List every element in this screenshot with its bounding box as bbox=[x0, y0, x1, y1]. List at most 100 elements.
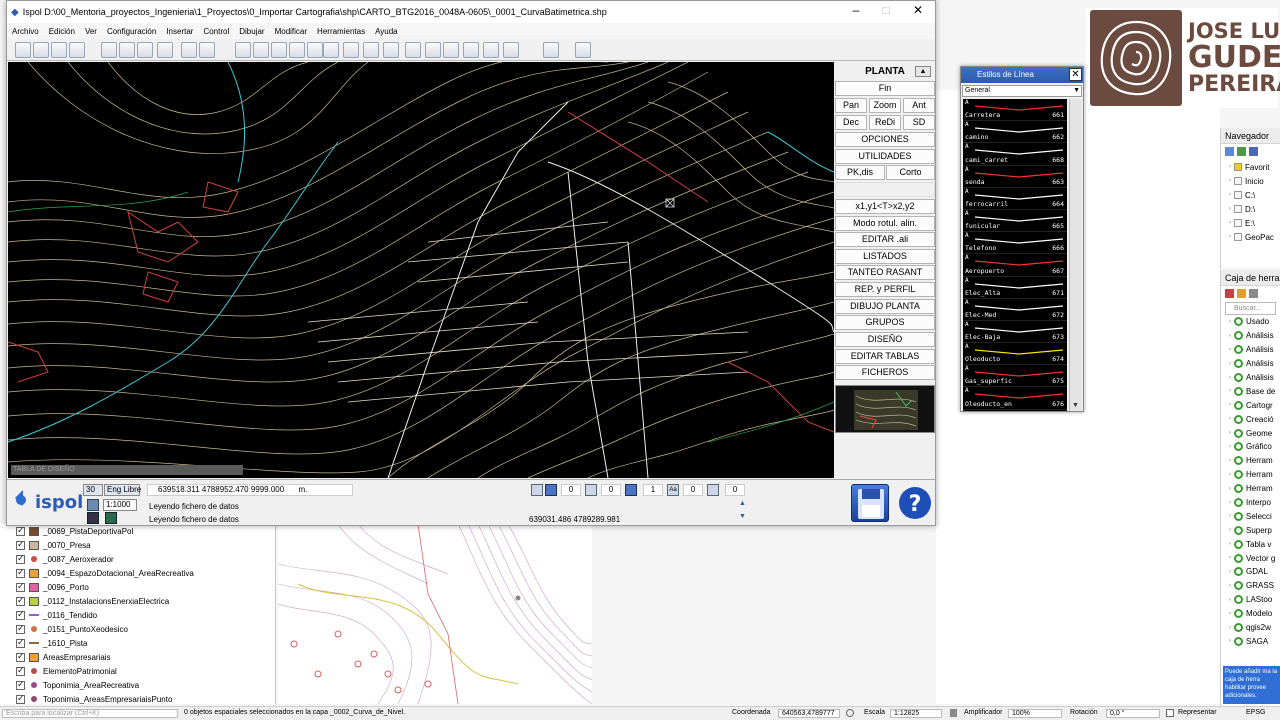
menu-item[interactable]: Control bbox=[198, 27, 234, 36]
line-style-item[interactable]: A Elec-Med 672 bbox=[963, 299, 1067, 321]
layer-row[interactable]: Toponimia_AreasEmpresariaisPunto bbox=[0, 692, 275, 704]
maximize-icon[interactable]: □ bbox=[871, 3, 901, 17]
toolbox-item[interactable]: › Geome bbox=[1221, 426, 1280, 440]
layer-icon[interactable] bbox=[271, 42, 287, 58]
toolbox-item[interactable]: › GDAL bbox=[1221, 565, 1280, 579]
layer-row[interactable]: Toponimia_AreaRecreativa bbox=[0, 678, 275, 692]
layer-row[interactable]: _0112_InstalacionsEnerxiaElectrica bbox=[0, 594, 275, 608]
line-style-item[interactable]: A Carretera 661 bbox=[963, 99, 1067, 122]
layer-visibility-checkbox[interactable] bbox=[16, 525, 25, 536]
line-style-item[interactable]: A Oleoducto_en 676 bbox=[963, 387, 1067, 410]
toolbox-item[interactable]: › Herram bbox=[1221, 454, 1280, 468]
minimize-icon[interactable]: – bbox=[841, 3, 871, 17]
extents-icon[interactable] bbox=[846, 709, 854, 717]
scripts-icon[interactable] bbox=[1237, 289, 1246, 298]
menu-item[interactable]: Herramientas bbox=[312, 27, 370, 36]
toolbox-item[interactable]: › Análisis bbox=[1221, 329, 1280, 343]
help-icon[interactable] bbox=[575, 42, 591, 58]
pan-icon[interactable] bbox=[425, 42, 441, 58]
layer-row[interactable]: _0087_Aeroxerador bbox=[0, 552, 275, 566]
line-style-item[interactable]: A Elec-Baja 673 bbox=[963, 321, 1067, 344]
layer-icon[interactable] bbox=[253, 42, 269, 58]
window-icon[interactable] bbox=[543, 42, 559, 58]
filter-icon[interactable] bbox=[1249, 147, 1258, 156]
toolbox-item[interactable]: › Usado bbox=[1221, 315, 1280, 329]
magnifier-field[interactable]: 100% bbox=[1008, 709, 1062, 718]
snap-value[interactable]: 0 bbox=[561, 484, 581, 496]
layer-visibility-checkbox[interactable] bbox=[16, 581, 25, 592]
toolbox-item[interactable]: › Vector g bbox=[1221, 551, 1280, 565]
toolbox-item[interactable]: › qgis2w bbox=[1221, 621, 1280, 635]
toolbox-item[interactable]: › Interpo bbox=[1221, 496, 1280, 510]
toolbox-item[interactable]: › Herram bbox=[1221, 482, 1280, 496]
close-icon[interactable]: ✕ bbox=[903, 3, 933, 17]
sd-button[interactable]: SD bbox=[903, 115, 935, 130]
collapse-arrow-icon[interactable]: ▲ bbox=[915, 66, 931, 77]
ispol-title-bar[interactable]: ◆ Ispol D:\00_Mentoria_proyectos_Ingenie… bbox=[7, 1, 935, 23]
line-style-item[interactable]: A Gas_superfic 675 bbox=[963, 365, 1067, 388]
toolbox-item[interactable]: › GRASS bbox=[1221, 579, 1280, 593]
angle-value[interactable]: 1 bbox=[643, 484, 663, 496]
snap-icon[interactable] bbox=[531, 484, 543, 496]
grid-icon[interactable] bbox=[105, 512, 117, 524]
layer-row[interactable]: _0151_PuntoXeodesico bbox=[0, 622, 275, 636]
pan-button[interactable]: Pan bbox=[835, 98, 867, 113]
layer-visibility-checkbox[interactable] bbox=[16, 623, 25, 634]
copy-icon[interactable] bbox=[119, 42, 135, 58]
open-folder-icon[interactable] bbox=[33, 42, 49, 58]
fin-button[interactable]: Fin bbox=[835, 81, 935, 96]
grid-icon[interactable] bbox=[463, 42, 479, 58]
toolbox-item[interactable]: › Tabla v bbox=[1221, 537, 1280, 551]
layer-visibility-checkbox[interactable] bbox=[16, 567, 25, 578]
toolbox-search-input[interactable]: Buscar... bbox=[1225, 302, 1276, 315]
line-style-item[interactable]: Acamino 662 bbox=[963, 121, 1067, 144]
zoom-out-icon[interactable] bbox=[383, 42, 399, 58]
line-style-item[interactable]: Aferrocarril 664 bbox=[963, 188, 1067, 210]
ispol-drawing-canvas[interactable]: TABLA DE DISEÑO bbox=[8, 62, 834, 478]
ortho-icon[interactable] bbox=[585, 484, 597, 496]
save-icon[interactable] bbox=[51, 42, 67, 58]
toolbox-item[interactable]: › Creació bbox=[1221, 412, 1280, 426]
overview-thumbnail[interactable] bbox=[835, 385, 935, 433]
layer-icon[interactable] bbox=[289, 42, 305, 58]
scroll-down-icon[interactable]: ▼ bbox=[739, 513, 749, 523]
layer-icon[interactable] bbox=[307, 42, 323, 58]
opciones-button[interactable]: OPCIONES bbox=[835, 132, 935, 147]
layer-visibility-checkbox[interactable] bbox=[16, 679, 25, 690]
layer-row[interactable]: _0094_EspazoDotacional_AreaRecreativa bbox=[0, 566, 275, 580]
layer-switch-icon[interactable] bbox=[707, 484, 719, 496]
redi-button[interactable]: ReDi bbox=[869, 115, 901, 130]
editar-tablas-button[interactable]: EDITAR TABLAS bbox=[835, 349, 935, 364]
layer-row[interactable]: _0096_Porto bbox=[0, 580, 275, 594]
toolbox-item[interactable]: › Análisis bbox=[1221, 357, 1280, 371]
toolbox-item[interactable]: › Modelo bbox=[1221, 607, 1280, 621]
help-question-icon[interactable]: ? bbox=[897, 484, 933, 522]
listados-button[interactable]: LISTADOS bbox=[835, 249, 935, 264]
toolbox-item[interactable]: › Análisis bbox=[1221, 343, 1280, 357]
redraw-icon[interactable] bbox=[405, 42, 421, 58]
rep-perfil-button[interactable]: REP. y PERFIL bbox=[835, 282, 935, 297]
menu-item[interactable]: Insertar bbox=[161, 27, 198, 36]
toolbox-item[interactable]: › Superp bbox=[1221, 523, 1280, 537]
toolbox-item[interactable]: › LAStoo bbox=[1221, 593, 1280, 607]
ant-button[interactable]: Ant bbox=[903, 98, 935, 113]
toolbox-item[interactable]: › Gráfico bbox=[1221, 440, 1280, 454]
layer-visibility-checkbox[interactable] bbox=[16, 637, 25, 648]
table-icon[interactable] bbox=[503, 42, 519, 58]
scroll-up-icon[interactable]: ▲ bbox=[739, 500, 749, 510]
paste-icon[interactable] bbox=[137, 42, 153, 58]
corto-button[interactable]: Corto bbox=[886, 165, 935, 180]
line-style-scrollbar[interactable]: ▼ bbox=[1069, 99, 1082, 411]
navigator-item[interactable]: › D:\ bbox=[1221, 202, 1280, 216]
toolbox-item[interactable]: › Análisis bbox=[1221, 371, 1280, 385]
dibujo-planta-button[interactable]: DIBUJO PLANTA bbox=[835, 299, 935, 314]
text-size-icon[interactable]: Aa bbox=[667, 484, 679, 496]
layer-visibility-checkbox[interactable] bbox=[16, 665, 25, 676]
layer-row[interactable]: AreasEmpresariais bbox=[0, 650, 275, 664]
toolbox-item[interactable]: › Cartogr bbox=[1221, 398, 1280, 412]
magnet-icon[interactable] bbox=[545, 484, 557, 496]
toolbox-item[interactable]: › Base de bbox=[1221, 384, 1280, 398]
layer-icon[interactable] bbox=[87, 512, 99, 524]
zoom-in-icon[interactable] bbox=[363, 42, 379, 58]
zoom-extents-icon[interactable] bbox=[343, 42, 359, 58]
